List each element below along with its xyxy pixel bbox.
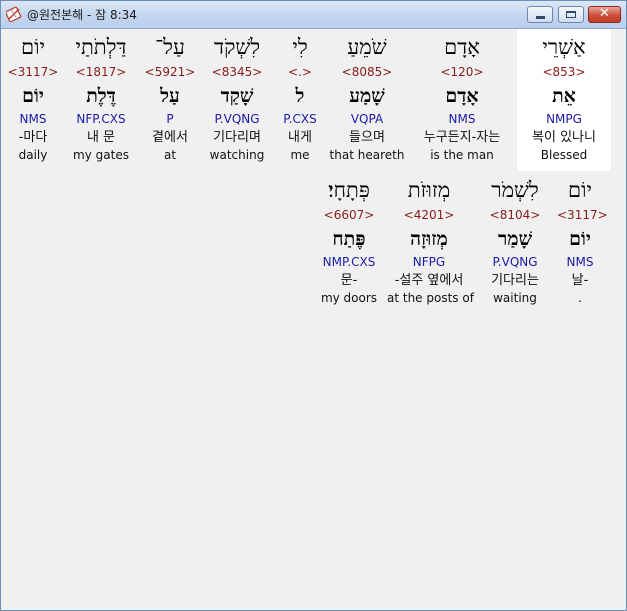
verse-line-2: פְּתָחָי׃ <6607> פֶּתַח NMP.CXS 문- my do… — [1, 172, 626, 312]
korean-gloss: 내게 — [288, 130, 312, 145]
close-icon: ✕ — [599, 6, 610, 21]
hebrew-word: פְּתָחָי׃ — [328, 178, 370, 202]
hebrew-lemma: שָׁמַע — [349, 85, 385, 107]
morphology-code: VQPA — [350, 112, 384, 126]
minimize-button[interactable] — [527, 6, 553, 23]
hebrew-word: מְזוּזֹת — [407, 178, 451, 202]
english-gloss: that heareth — [329, 148, 405, 162]
morphology-code: NMP.CXS — [322, 255, 376, 269]
hebrew-word: עַל־ — [155, 35, 185, 59]
english-gloss: daily — [18, 148, 48, 162]
english-gloss: watching — [209, 148, 265, 162]
main-window: @원전본해 - 잠 8:34 ✕ יוֹם <3117> יוֹם NMS -마… — [0, 0, 627, 611]
hebrew-lemma: יוֹם — [569, 228, 591, 250]
minimize-icon — [536, 16, 545, 19]
morphology-code: NMS — [448, 112, 476, 126]
title-bar[interactable]: @원전본해 - 잠 8:34 ✕ — [1, 1, 626, 29]
strong-number[interactable]: <8104> — [475, 208, 555, 222]
hebrew-word: לִי — [292, 35, 308, 59]
hebrew-lemma: אֵת — [552, 85, 576, 107]
korean-gloss: 곁에서 — [152, 130, 188, 145]
morphology-code: P.VQNG — [214, 112, 260, 126]
hebrew-lemma: מְזוּזָה — [410, 228, 448, 250]
hebrew-lemma: דֶּלֶת — [86, 85, 116, 107]
korean-gloss: -마다 — [18, 130, 48, 145]
strong-number[interactable]: <8345> — [201, 65, 273, 79]
maximize-button[interactable] — [558, 6, 584, 23]
korean-gloss: 기다리며 — [213, 130, 261, 145]
verse-line-1: יוֹם <3117> יוֹם NMS -마다 daily דַּלְתֹתַ… — [1, 29, 626, 171]
english-gloss: waiting — [493, 291, 537, 305]
hebrew-word: אַשְׁרֵי — [542, 35, 586, 59]
strong-number[interactable]: <4201> — [387, 208, 471, 222]
hebrew-lemma: שָׁקַד — [220, 85, 254, 107]
korean-gloss: 복이 있나니 — [532, 130, 596, 145]
morphology-code: P — [166, 112, 174, 126]
strong-number[interactable]: <853> — [517, 65, 611, 79]
strong-number[interactable]: <5921> — [141, 65, 199, 79]
korean-gloss: 누구든지-자는 — [423, 130, 501, 145]
window-title: @원전본해 - 잠 8:34 — [27, 8, 137, 22]
hebrew-lemma: יוֹם — [22, 85, 44, 107]
hebrew-lemma: פֶּתַח — [332, 228, 366, 250]
hebrew-word: לִשְׁקֹד — [213, 35, 261, 59]
morphology-code: NMS — [19, 112, 47, 126]
hebrew-word: לִשְׁמֹר — [491, 178, 539, 202]
hebrew-word: יוֹם — [568, 178, 592, 202]
hebrew-lemma: עַל — [160, 85, 180, 107]
strong-number[interactable]: <1817> — [63, 65, 139, 79]
morphology-code: NMS — [566, 255, 594, 269]
strong-number[interactable]: <6607> — [313, 208, 385, 222]
hebrew-lemma: ל — [295, 85, 305, 107]
english-gloss: is the man — [430, 148, 494, 162]
english-gloss: my doors — [320, 291, 378, 305]
english-gloss: . — [578, 291, 582, 305]
english-gloss: my gates — [73, 148, 129, 162]
word-block-selected[interactable]: אַשְׁרֵי <853> אֵת NMPG 복이 있나니 Blessed — [517, 29, 611, 171]
strong-number[interactable]: <.> — [275, 65, 325, 79]
morphology-code: P.CXS — [283, 112, 317, 126]
maximize-icon — [566, 11, 576, 18]
korean-gloss: 문- — [340, 273, 358, 288]
close-button[interactable]: ✕ — [588, 6, 621, 23]
hebrew-word: יוֹם — [21, 35, 45, 59]
hebrew-lemma: אָדָם — [445, 85, 479, 107]
bible-app-icon — [6, 6, 22, 22]
korean-gloss: -설주 옆에서 — [394, 273, 464, 288]
english-gloss: me — [290, 148, 310, 162]
morphology-code: NMPG — [546, 112, 582, 126]
english-gloss: at — [163, 148, 177, 162]
korean-gloss: 날- — [571, 273, 589, 288]
morphology-code: NFPG — [412, 255, 446, 269]
strong-number[interactable]: <120> — [409, 65, 515, 79]
morphology-code: P.VQNG — [492, 255, 538, 269]
hebrew-lemma: שָׁמַר — [497, 228, 533, 250]
korean-gloss: 기다리는 — [491, 273, 539, 288]
english-gloss: Blessed — [540, 148, 588, 162]
hebrew-word: אָדָם — [444, 35, 480, 59]
morphology-code: NFP.CXS — [76, 112, 126, 126]
korean-gloss: 내 문 — [86, 130, 116, 145]
korean-gloss: 들으며 — [349, 130, 385, 145]
english-gloss: at the posts of — [387, 291, 474, 305]
hebrew-word: שֹׁמֵעַ — [347, 35, 387, 59]
hebrew-word: דַּלְתֹתַי — [75, 35, 127, 59]
strong-number[interactable]: <3117> — [5, 65, 61, 79]
interlinear-view: יוֹם <3117> יוֹם NMS -마다 daily דַּלְתֹתַ… — [1, 29, 626, 610]
strong-number[interactable]: <8085> — [327, 65, 407, 79]
strong-number[interactable]: <3117> — [557, 208, 608, 222]
